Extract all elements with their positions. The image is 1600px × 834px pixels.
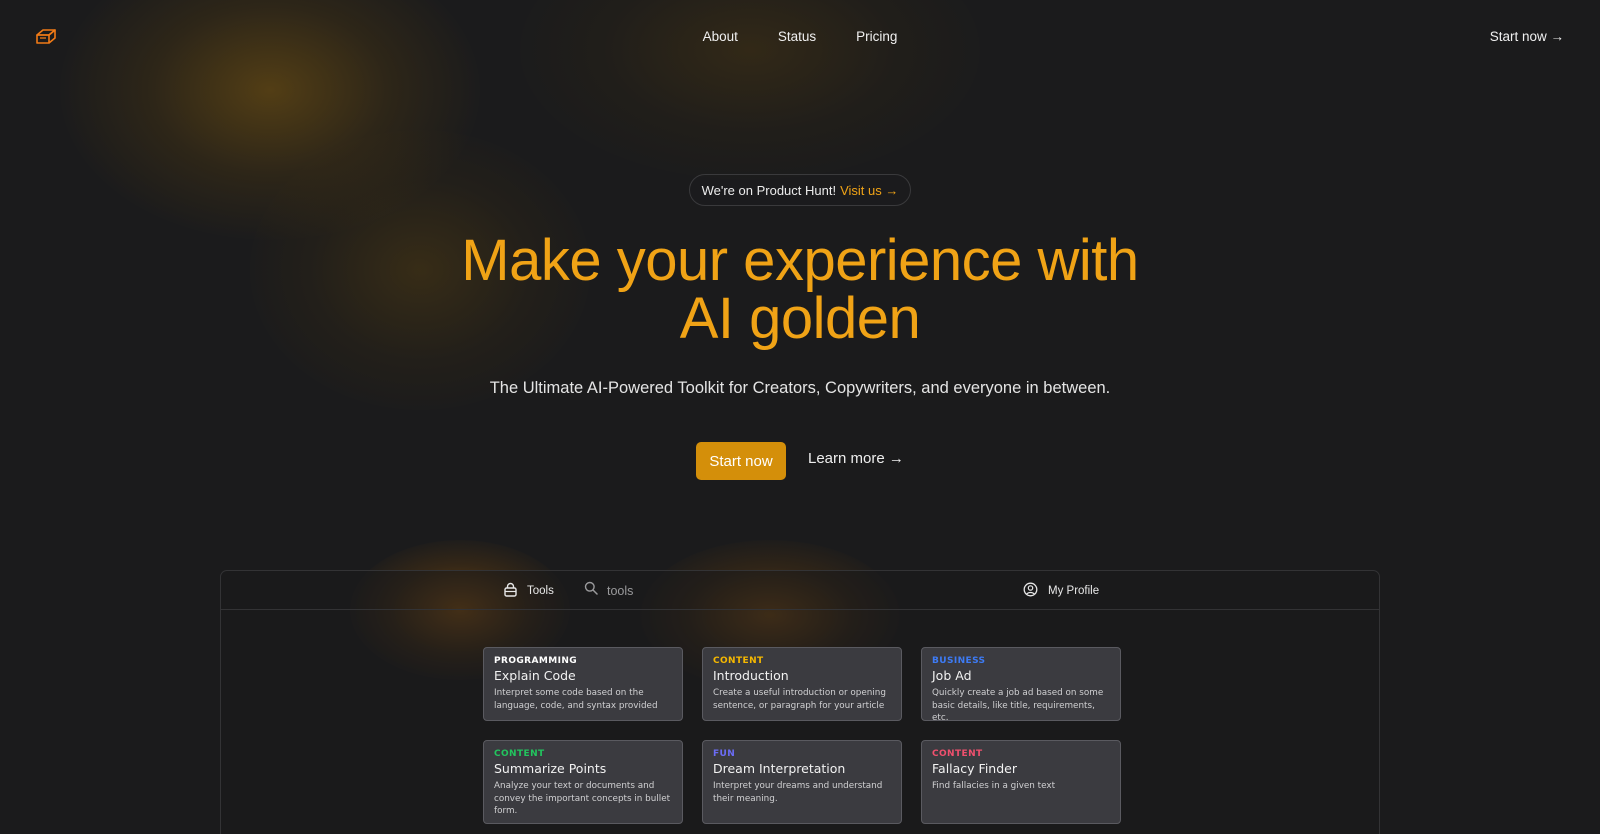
start-now-button[interactable]: Start now (696, 442, 786, 480)
visit-us-link[interactable]: Visit us → (840, 183, 898, 198)
hero-title-line-1: Make your experience with (461, 228, 1139, 293)
card-description: Find fallacies in a given text (932, 781, 1056, 791)
tool-search[interactable] (584, 581, 677, 600)
nav-link-status[interactable]: Status (778, 29, 816, 44)
card-category: CONTENT (713, 656, 764, 666)
card-title: Dream Interpretation (713, 761, 846, 776)
tool-card-job-ad[interactable]: BUSINESS Job Ad Quickly create a job ad … (921, 647, 1121, 723)
card-category: FUN (713, 749, 736, 759)
search-input[interactable] (607, 583, 677, 598)
user-circle-icon (1023, 582, 1038, 600)
app-preview: Tools My (220, 570, 1380, 834)
card-category: CONTENT (932, 749, 983, 759)
top-nav: About Status Pricing (0, 29, 1600, 44)
tool-card-introduction[interactable]: CONTENT Introduction Create a useful int… (702, 647, 902, 721)
header-start-now-link[interactable]: Start now → (1490, 29, 1564, 44)
product-hunt-text: We're on Product Hunt! (701, 182, 837, 198)
card-title: Explain Code (494, 668, 576, 683)
card-title: Fallacy Finder (932, 761, 1017, 776)
tool-card-summarize-points[interactable]: CONTENT Summarize Points Analyze your te… (483, 740, 683, 824)
landing-page: About Status Pricing Start now → We're o… (0, 0, 1600, 834)
card-title: Introduction (713, 668, 789, 683)
tool-card-grid: PROGRAMMING Explain Code Interpret some … (483, 647, 1121, 824)
learn-more-link[interactable]: Learn more → (808, 450, 904, 467)
card-description: Interpret your dreams and understand the… (713, 781, 883, 804)
search-icon (584, 581, 598, 600)
background-glow (520, 0, 980, 180)
my-profile-label: My Profile (1048, 585, 1100, 597)
my-profile-button[interactable]: My Profile (1023, 582, 1099, 600)
card-category: BUSINESS (932, 656, 986, 666)
card-category: PROGRAMMING (494, 656, 578, 666)
card-title: Summarize Points (494, 761, 607, 776)
hero-subtitle: The Ultimate AI-Powered Toolkit for Crea… (489, 379, 1111, 397)
card-category: CONTENT (494, 749, 545, 759)
card-description: Interpret some code based on the languag… (494, 688, 658, 711)
tool-card-fallacy-finder[interactable]: CONTENT Fallacy Finder Find fallacies in… (921, 740, 1121, 824)
tools-tab[interactable]: Tools (503, 582, 554, 600)
product-hunt-banner[interactable]: We're on Product Hunt! Visit us → (689, 174, 911, 206)
hero-title: Make your experience with AI golden (0, 232, 1600, 348)
tools-tab-label: Tools (527, 585, 554, 597)
card-description: Analyze your text or documents and conve… (494, 781, 671, 816)
hero-title-line-2: AI golden (679, 286, 921, 351)
card-description: Quickly create a job ad based on some ba… (932, 688, 1104, 723)
app-toolbar: Tools My (221, 571, 1379, 610)
lock-icon (503, 582, 518, 600)
card-description: Create a useful introduction or opening … (713, 688, 886, 711)
card-title: Job Ad (932, 668, 972, 683)
tool-card-explain-code[interactable]: PROGRAMMING Explain Code Interpret some … (483, 647, 683, 721)
nav-link-about[interactable]: About (703, 29, 738, 44)
tool-card-dream-interpretation[interactable]: FUN Dream Interpretation Interpret your … (702, 740, 902, 824)
nav-link-pricing[interactable]: Pricing (856, 29, 897, 44)
